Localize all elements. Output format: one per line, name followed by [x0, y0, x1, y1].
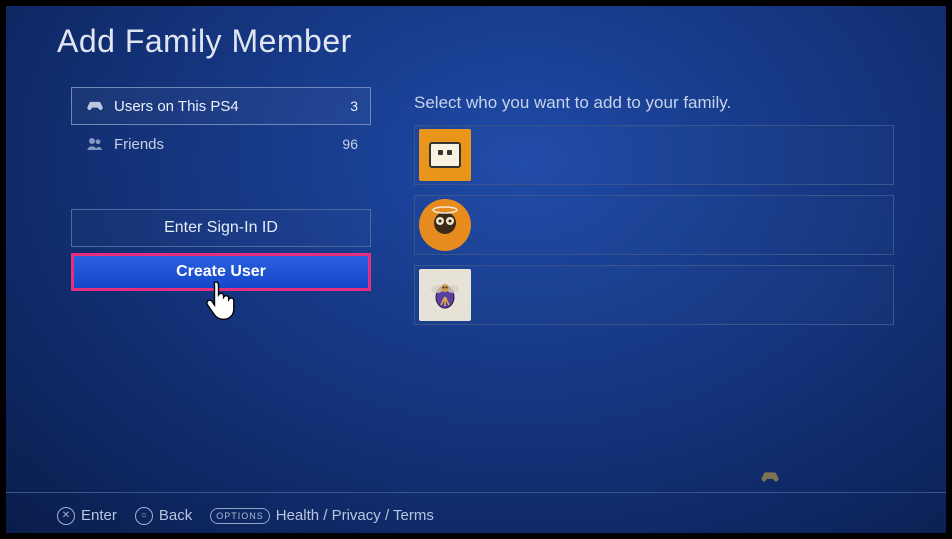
select-prompt: Select who you want to add to your famil… — [414, 93, 894, 113]
footer-enter: ✕ Enter — [57, 507, 117, 525]
button-label: Enter Sign-In ID — [164, 219, 278, 237]
footer-label: Back — [159, 507, 192, 524]
enter-signin-id-button[interactable]: Enter Sign-In ID — [71, 209, 371, 247]
tab-count: 96 — [342, 136, 358, 152]
controller-icon — [84, 100, 106, 112]
button-label: Create User — [176, 263, 266, 281]
cross-button-icon: ✕ — [57, 507, 75, 525]
page-title: Add Family Member — [57, 23, 352, 60]
tab-label: Users on This PS4 — [114, 98, 239, 115]
avatar — [419, 129, 471, 181]
footer-label: Health / Privacy / Terms — [276, 507, 434, 524]
tab-friends[interactable]: Friends 96 — [71, 125, 371, 163]
footer-back: ○ Back — [135, 507, 192, 525]
user-row[interactable] — [414, 265, 894, 325]
friends-icon — [84, 135, 106, 153]
tab-users-on-ps4[interactable]: Users on This PS4 3 — [71, 87, 371, 125]
circle-button-icon: ○ — [135, 507, 153, 525]
options-button-icon: OPTIONS — [210, 508, 270, 524]
left-panel: Users on This PS4 3 Friends 96 Enter Sig… — [71, 87, 371, 291]
avatar — [419, 199, 471, 251]
user-row[interactable] — [414, 125, 894, 185]
controller-status-icon — [759, 470, 781, 484]
tab-label: Friends — [114, 136, 164, 153]
avatar — [419, 269, 471, 321]
user-row[interactable] — [414, 195, 894, 255]
right-panel: Select who you want to add to your famil… — [414, 93, 894, 335]
create-user-button[interactable]: Create User — [71, 253, 371, 291]
footer-bar: ✕ Enter ○ Back OPTIONS Health / Privacy … — [1, 492, 951, 538]
footer-label: Enter — [81, 507, 117, 524]
tab-count: 3 — [350, 98, 358, 114]
footer-options: OPTIONS Health / Privacy / Terms — [210, 507, 434, 524]
